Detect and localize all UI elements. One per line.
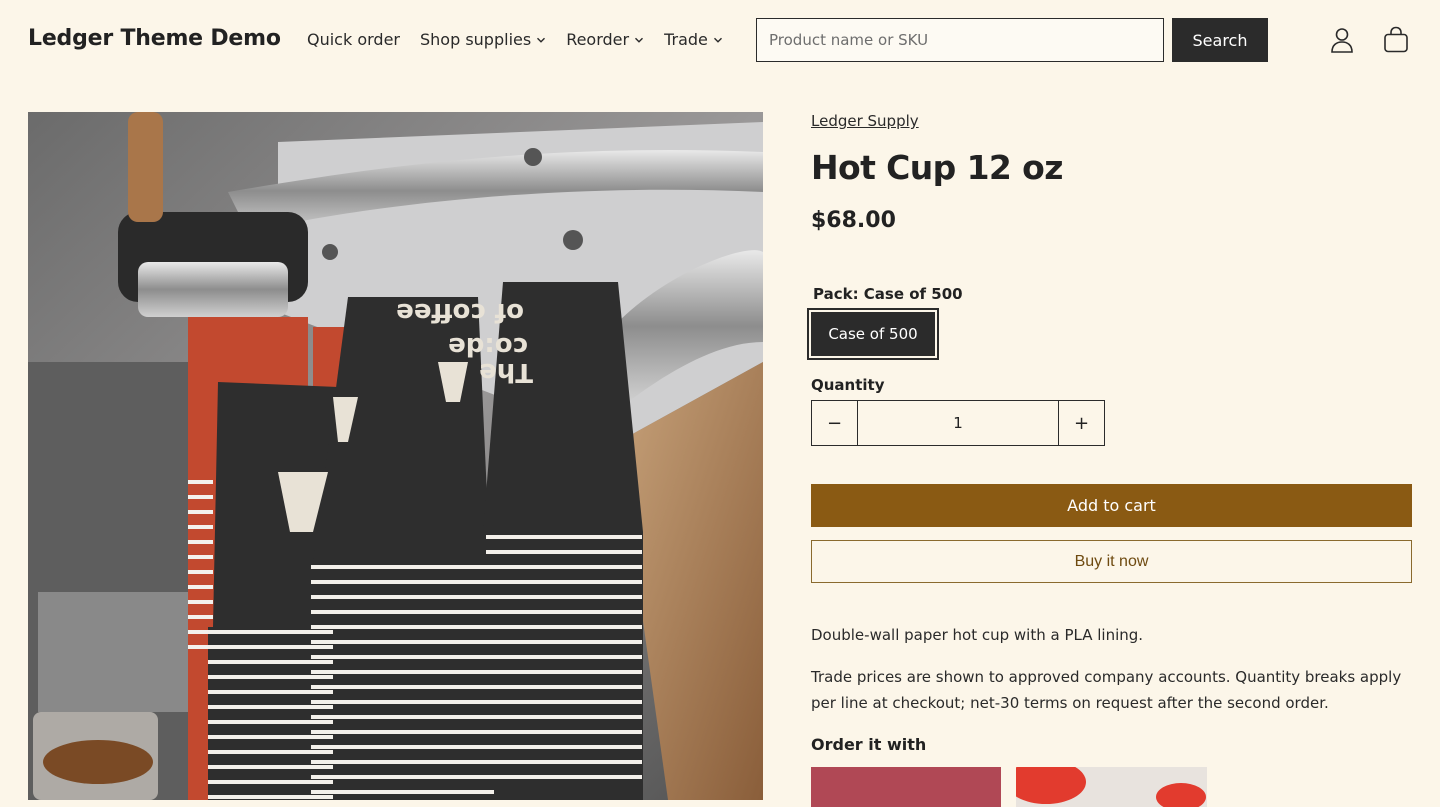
account-icon[interactable]: [1330, 27, 1354, 53]
product-photo: The co:de of coffee: [28, 112, 763, 800]
search-input[interactable]: [756, 18, 1164, 62]
related-product-thumbnail[interactable]: [1016, 767, 1207, 807]
add-to-cart-button[interactable]: Add to cart: [811, 484, 1412, 527]
nav-reorder-label: Reorder: [566, 30, 630, 49]
quantity-input[interactable]: [857, 400, 1059, 446]
product-image[interactable]: The co:de of coffee: [28, 112, 763, 800]
nav-quick-order[interactable]: Quick order: [307, 30, 400, 49]
product-price: $68.00: [811, 208, 896, 233]
description-paragraph: Double-wall paper hot cup with a PLA lin…: [811, 626, 1144, 644]
nav-shop-supplies-label: Shop supplies: [420, 30, 532, 49]
related-product-thumbnail[interactable]: [811, 767, 1001, 807]
chevron-down-icon: [635, 37, 644, 43]
quantity-stepper: − +: [811, 400, 1105, 446]
nav-shop-supplies[interactable]: Shop supplies: [420, 30, 546, 49]
product-title: Hot Cup 12 oz: [811, 148, 1063, 187]
order-with-heading: Order it with: [811, 735, 927, 754]
chevron-down-icon: [537, 37, 546, 43]
quantity-label: Quantity: [811, 376, 885, 394]
vendor-link[interactable]: Ledger Supply: [811, 112, 919, 130]
pack-option-case-of-500[interactable]: Case of 500: [807, 308, 939, 360]
site-header: Ledger Theme Demo Quick order Shop suppl…: [0, 0, 1440, 82]
nav-trade[interactable]: Trade: [664, 30, 723, 49]
description-paragraph: Trade prices are shown to approved compa…: [811, 668, 1402, 712]
search-button[interactable]: Search: [1172, 18, 1268, 62]
cup-print-line-3: of coffee: [396, 297, 524, 327]
site-logo[interactable]: Ledger Theme Demo: [28, 26, 281, 51]
chevron-down-icon: [713, 37, 722, 43]
cup-print-line-2: co:de: [448, 331, 528, 361]
quantity-decrease-button[interactable]: −: [812, 401, 857, 445]
quantity-increase-button[interactable]: +: [1059, 401, 1104, 445]
buy-now-button[interactable]: Buy it now: [811, 540, 1412, 583]
nav-quick-order-label: Quick order: [307, 30, 400, 49]
pack-label: Pack: Case of 500: [813, 285, 963, 303]
nav-trade-label: Trade: [664, 30, 708, 49]
main-nav: Quick order Shop supplies Reorder Trade: [307, 30, 723, 49]
cart-icon[interactable]: [1383, 26, 1409, 53]
related-product-photo: [1016, 767, 1206, 807]
nav-reorder[interactable]: Reorder: [566, 30, 644, 49]
